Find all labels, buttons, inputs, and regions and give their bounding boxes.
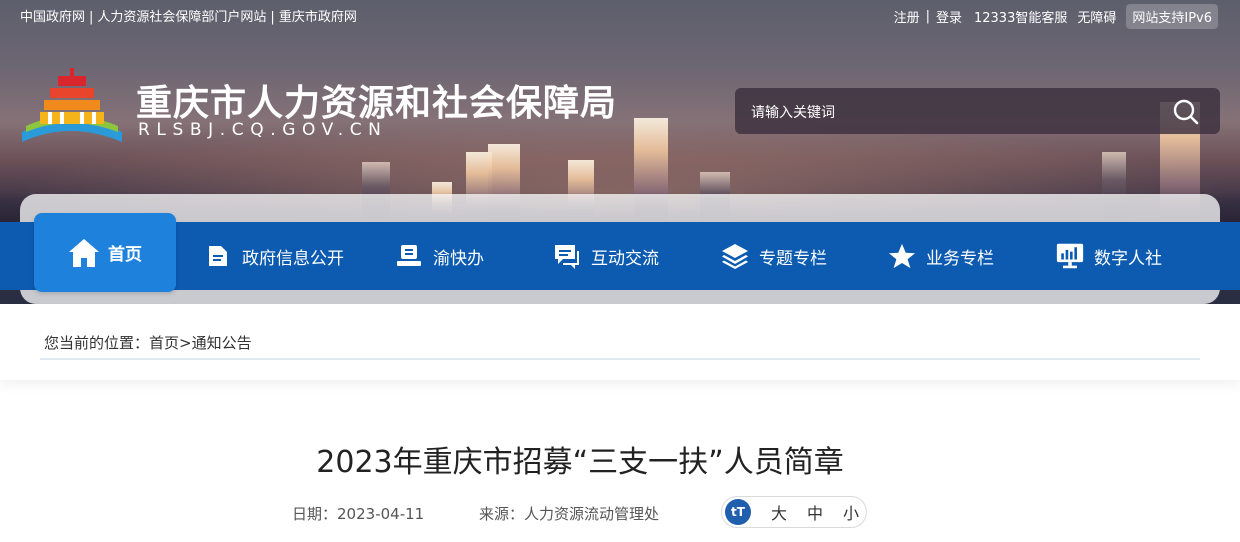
source-label: 来源：	[479, 505, 525, 523]
site-title[interactable]: 重庆市人力资源和社会保障局	[136, 74, 617, 126]
top-links: 中国政府网 | 人力资源社会保障部门户网站 | 重庆市政府网	[20, 6, 357, 25]
chat-icon	[553, 242, 581, 270]
breadcrumb: 您当前的位置：首页>通知公告	[44, 332, 252, 353]
font-size-medium[interactable]: 中	[807, 500, 823, 524]
breadcrumb-bar: 您当前的位置：首页>通知公告	[0, 304, 1240, 380]
breadcrumb-separator: >	[179, 334, 192, 352]
home-icon	[69, 238, 99, 267]
nav-label: 数字人社	[1094, 248, 1162, 269]
nav-label: 互动交流	[591, 248, 659, 269]
nav-label: 政府信息公开	[242, 248, 344, 269]
user-links: 注册 | 登录 12333智能客服 无障碍 网站支持IPv6	[888, 4, 1218, 29]
hotline-link[interactable]: 12333智能客服	[974, 7, 1067, 26]
divider	[40, 358, 1200, 360]
font-size-small[interactable]: 小	[843, 500, 859, 524]
search-input[interactable]: 请输入关键词	[751, 102, 835, 122]
nav-item-special-topics[interactable]: 专题专栏	[721, 222, 827, 290]
nav-item-home[interactable]: 首页	[34, 213, 176, 292]
separator: |	[89, 10, 94, 25]
layers-icon	[721, 242, 749, 270]
search-icon[interactable]	[1172, 98, 1200, 126]
date-label: 日期：	[292, 505, 338, 523]
star-icon	[888, 242, 916, 270]
nav-label: 渝快办	[433, 248, 484, 269]
link-mohrss[interactable]: 人力资源社会保障部门户网站	[97, 10, 266, 25]
nav-item-digital-hr[interactable]: 数字人社	[1056, 222, 1162, 290]
nav-label: 专题专栏	[759, 248, 827, 269]
font-size-control: tT 大 中 小	[721, 496, 867, 528]
accessibility-link[interactable]: 无障碍	[1077, 7, 1116, 26]
login-link[interactable]: 登录	[936, 7, 962, 26]
nav-item-yukuaiban[interactable]: 渝快办	[395, 222, 484, 290]
monitor-chart-icon	[1056, 242, 1084, 270]
service-desk-icon	[395, 242, 423, 270]
nav-item-business[interactable]: 业务专栏	[888, 222, 994, 290]
register-link[interactable]: 注册	[894, 7, 920, 26]
link-gov-cn[interactable]: 中国政府网	[20, 10, 85, 25]
font-size-large[interactable]: 大	[771, 500, 787, 524]
search-box[interactable]: 请输入关键词	[735, 88, 1220, 134]
article-source: 来源：人力资源流动管理处	[479, 503, 659, 524]
separator: |	[270, 10, 275, 25]
source-value: 人力资源流动管理处	[524, 505, 660, 523]
breadcrumb-current[interactable]: 通知公告	[192, 334, 252, 352]
site-domain: RLSBJ.CQ.GOV.CN	[138, 120, 388, 140]
separator: |	[925, 9, 930, 24]
nav-label: 业务专栏	[926, 248, 994, 269]
breadcrumb-prefix: 您当前的位置：	[44, 334, 150, 352]
main-nav: 政府信息公开 渝快办 互动交流 专题专栏 业务专栏 数字人社	[0, 222, 1240, 290]
article-date: 日期：2023-04-11	[292, 503, 424, 524]
temple-emblem-icon	[22, 68, 122, 142]
ipv6-badge: 网站支持IPv6	[1126, 4, 1218, 29]
date-value: 2023-04-11	[337, 505, 425, 523]
article-title: 2023年重庆市招募“三支一扶”人员简章	[316, 445, 844, 480]
breadcrumb-home[interactable]: 首页	[149, 334, 179, 352]
link-cq-gov[interactable]: 重庆市政府网	[279, 10, 357, 25]
font-size-icon: tT	[725, 499, 751, 525]
document-icon	[204, 242, 232, 270]
nav-item-interaction[interactable]: 互动交流	[553, 222, 659, 290]
nav-item-gov-info[interactable]: 政府信息公开	[204, 222, 344, 290]
nav-label: 首页	[108, 245, 142, 265]
